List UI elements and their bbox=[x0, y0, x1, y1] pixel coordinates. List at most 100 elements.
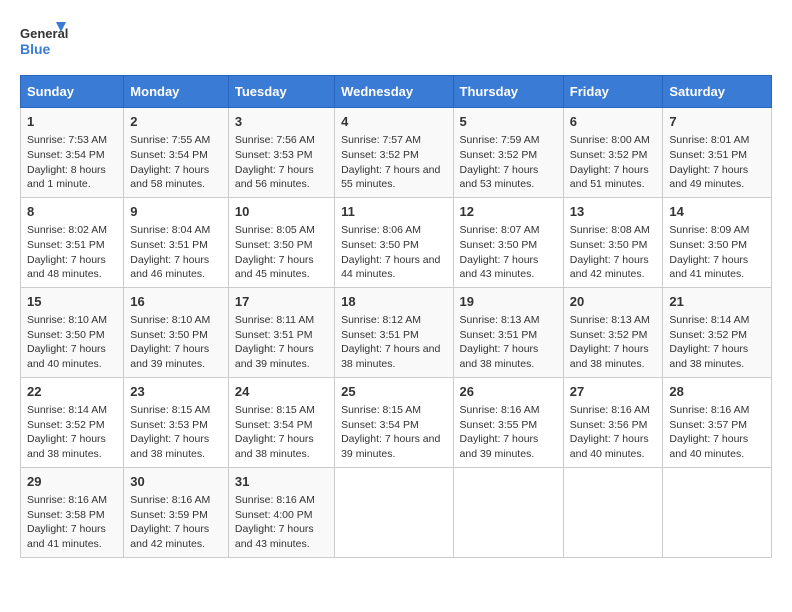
day-detail: Sunrise: 8:11 AMSunset: 3:51 PMDaylight:… bbox=[235, 313, 328, 372]
day-number: 4 bbox=[341, 113, 446, 131]
day-number: 3 bbox=[235, 113, 328, 131]
column-header-tuesday: Tuesday bbox=[228, 76, 334, 108]
calendar-cell: 14 Sunrise: 8:09 AMSunset: 3:50 PMDayligh… bbox=[663, 197, 772, 287]
calendar-week-row: 8 Sunrise: 8:02 AMSunset: 3:51 PMDaylight… bbox=[21, 197, 772, 287]
day-detail: Sunrise: 7:53 AMSunset: 3:54 PMDaylight:… bbox=[27, 133, 117, 192]
day-detail: Sunrise: 8:10 AMSunset: 3:50 PMDaylight:… bbox=[130, 313, 222, 372]
calendar-cell: 15 Sunrise: 8:10 AMSunset: 3:50 PMDayligh… bbox=[21, 287, 124, 377]
logo-svg: GeneralBlue bbox=[20, 20, 70, 65]
day-detail: Sunrise: 8:09 AMSunset: 3:50 PMDaylight:… bbox=[669, 223, 765, 282]
day-detail: Sunrise: 8:04 AMSunset: 3:51 PMDaylight:… bbox=[130, 223, 222, 282]
day-number: 21 bbox=[669, 293, 765, 311]
calendar-cell bbox=[453, 467, 563, 557]
day-detail: Sunrise: 8:13 AMSunset: 3:51 PMDaylight:… bbox=[460, 313, 557, 372]
day-number: 12 bbox=[460, 203, 557, 221]
day-detail: Sunrise: 8:02 AMSunset: 3:51 PMDaylight:… bbox=[27, 223, 117, 282]
day-number: 13 bbox=[570, 203, 657, 221]
day-detail: Sunrise: 8:14 AMSunset: 3:52 PMDaylight:… bbox=[27, 403, 117, 462]
day-detail: Sunrise: 7:55 AMSunset: 3:54 PMDaylight:… bbox=[130, 133, 222, 192]
day-detail: Sunrise: 8:10 AMSunset: 3:50 PMDaylight:… bbox=[27, 313, 117, 372]
calendar-cell: 23 Sunrise: 8:15 AMSunset: 3:53 PMDayligh… bbox=[124, 377, 229, 467]
day-number: 24 bbox=[235, 383, 328, 401]
calendar-cell: 28Sunrise: 8:16 AMSunset: 3:57 PMDayligh… bbox=[663, 377, 772, 467]
day-number: 27 bbox=[570, 383, 657, 401]
calendar-cell: 26 Sunrise: 8:16 AMSunset: 3:55 PMDayligh… bbox=[453, 377, 563, 467]
column-header-sunday: Sunday bbox=[21, 76, 124, 108]
calendar-cell: 6Sunrise: 8:00 AMSunset: 3:52 PMDaylight… bbox=[563, 108, 663, 198]
column-header-monday: Monday bbox=[124, 76, 229, 108]
day-detail: Sunrise: 8:16 AMSunset: 3:55 PMDaylight:… bbox=[460, 403, 557, 462]
day-detail: Sunrise: 8:16 AMSunset: 3:56 PMDaylight:… bbox=[570, 403, 657, 462]
day-detail: Sunrise: 8:00 AMSunset: 3:52 PMDaylight:… bbox=[570, 133, 657, 192]
calendar-cell bbox=[663, 467, 772, 557]
calendar-week-row: 15 Sunrise: 8:10 AMSunset: 3:50 PMDayligh… bbox=[21, 287, 772, 377]
day-number: 2 bbox=[130, 113, 222, 131]
day-detail: Sunrise: 8:13 AMSunset: 3:52 PMDaylight:… bbox=[570, 313, 657, 372]
calendar-cell: 1 Sunrise: 7:53 AMSunset: 3:54 PMDaylight… bbox=[21, 108, 124, 198]
day-number: 10 bbox=[235, 203, 328, 221]
day-detail: Sunrise: 8:05 AMSunset: 3:50 PMDaylight:… bbox=[235, 223, 328, 282]
day-detail: Sunrise: 8:16 AMSunset: 3:59 PMDaylight:… bbox=[130, 493, 222, 552]
calendar-cell: 11Sunrise: 8:06 AMSunset: 3:50 PMDayligh… bbox=[335, 197, 453, 287]
day-number: 14 bbox=[669, 203, 765, 221]
calendar-cell: 30 Sunrise: 8:16 AMSunset: 3:59 PMDayligh… bbox=[124, 467, 229, 557]
calendar-cell bbox=[335, 467, 453, 557]
calendar-cell: 24 Sunrise: 8:15 AMSunset: 3:54 PMDayligh… bbox=[228, 377, 334, 467]
day-detail: Sunrise: 8:07 AMSunset: 3:50 PMDaylight:… bbox=[460, 223, 557, 282]
day-detail: Sunrise: 8:01 AMSunset: 3:51 PMDaylight:… bbox=[669, 133, 765, 192]
calendar-cell: 29 Sunrise: 8:16 AMSunset: 3:58 PMDayligh… bbox=[21, 467, 124, 557]
calendar-week-row: 1 Sunrise: 7:53 AMSunset: 3:54 PMDaylight… bbox=[21, 108, 772, 198]
svg-text:Blue: Blue bbox=[20, 41, 51, 57]
day-number: 1 bbox=[27, 113, 117, 131]
day-detail: Sunrise: 8:16 AMSunset: 4:00 PMDaylight:… bbox=[235, 493, 328, 552]
day-number: 30 bbox=[130, 473, 222, 491]
day-number: 19 bbox=[460, 293, 557, 311]
calendar-cell: 19 Sunrise: 8:13 AMSunset: 3:51 PMDayligh… bbox=[453, 287, 563, 377]
calendar-cell: 18 Sunrise: 8:12 AMSunset: 3:51 PMDayligh… bbox=[335, 287, 453, 377]
calendar-week-row: 22 Sunrise: 8:14 AMSunset: 3:52 PMDayligh… bbox=[21, 377, 772, 467]
day-number: 7 bbox=[669, 113, 765, 131]
day-number: 9 bbox=[130, 203, 222, 221]
calendar-cell: 12 Sunrise: 8:07 AMSunset: 3:50 PMDayligh… bbox=[453, 197, 563, 287]
calendar-cell: 10 Sunrise: 8:05 AMSunset: 3:50 PMDayligh… bbox=[228, 197, 334, 287]
day-number: 31 bbox=[235, 473, 328, 491]
day-number: 25 bbox=[341, 383, 446, 401]
day-number: 16 bbox=[130, 293, 222, 311]
calendar-cell: 27 Sunrise: 8:16 AMSunset: 3:56 PMDayligh… bbox=[563, 377, 663, 467]
calendar-cell: 8 Sunrise: 8:02 AMSunset: 3:51 PMDaylight… bbox=[21, 197, 124, 287]
calendar-week-row: 29 Sunrise: 8:16 AMSunset: 3:58 PMDayligh… bbox=[21, 467, 772, 557]
day-number: 17 bbox=[235, 293, 328, 311]
calendar-header-row: SundayMondayTuesdayWednesdayThursdayFrid… bbox=[21, 76, 772, 108]
calendar-cell: 2 Sunrise: 7:55 AMSunset: 3:54 PMDaylight… bbox=[124, 108, 229, 198]
calendar-cell: 22 Sunrise: 8:14 AMSunset: 3:52 PMDayligh… bbox=[21, 377, 124, 467]
day-detail: Sunrise: 8:16 AMSunset: 3:58 PMDaylight:… bbox=[27, 493, 117, 552]
day-number: 29 bbox=[27, 473, 117, 491]
day-number: 22 bbox=[27, 383, 117, 401]
calendar-cell: 3Sunrise: 7:56 AMSunset: 3:53 PMDaylight… bbox=[228, 108, 334, 198]
column-header-saturday: Saturday bbox=[663, 76, 772, 108]
day-number: 23 bbox=[130, 383, 222, 401]
calendar-cell: 17 Sunrise: 8:11 AMSunset: 3:51 PMDayligh… bbox=[228, 287, 334, 377]
day-number: 26 bbox=[460, 383, 557, 401]
calendar-cell: 20Sunrise: 8:13 AMSunset: 3:52 PMDayligh… bbox=[563, 287, 663, 377]
calendar-cell: 9 Sunrise: 8:04 AMSunset: 3:51 PMDaylight… bbox=[124, 197, 229, 287]
day-number: 8 bbox=[27, 203, 117, 221]
calendar-cell: 13 Sunrise: 8:08 AMSunset: 3:50 PMDayligh… bbox=[563, 197, 663, 287]
day-detail: Sunrise: 8:14 AMSunset: 3:52 PMDaylight:… bbox=[669, 313, 765, 372]
calendar-cell: 5Sunrise: 7:59 AMSunset: 3:52 PMDaylight… bbox=[453, 108, 563, 198]
day-number: 15 bbox=[27, 293, 117, 311]
column-header-wednesday: Wednesday bbox=[335, 76, 453, 108]
day-detail: Sunrise: 8:15 AMSunset: 3:54 PMDaylight:… bbox=[235, 403, 328, 462]
day-number: 28 bbox=[669, 383, 765, 401]
calendar-cell: 7 Sunrise: 8:01 AMSunset: 3:51 PMDaylight… bbox=[663, 108, 772, 198]
day-detail: Sunrise: 8:15 AMSunset: 3:53 PMDaylight:… bbox=[130, 403, 222, 462]
calendar-cell: 16 Sunrise: 8:10 AMSunset: 3:50 PMDayligh… bbox=[124, 287, 229, 377]
day-detail: Sunrise: 8:12 AMSunset: 3:51 PMDaylight:… bbox=[341, 313, 446, 372]
calendar-cell: 4Sunrise: 7:57 AMSunset: 3:52 PMDaylight… bbox=[335, 108, 453, 198]
logo: GeneralBlue bbox=[20, 20, 70, 65]
column-header-thursday: Thursday bbox=[453, 76, 563, 108]
calendar-cell: 21 Sunrise: 8:14 AMSunset: 3:52 PMDayligh… bbox=[663, 287, 772, 377]
day-number: 18 bbox=[341, 293, 446, 311]
day-number: 5 bbox=[460, 113, 557, 131]
day-detail: Sunrise: 8:08 AMSunset: 3:50 PMDaylight:… bbox=[570, 223, 657, 282]
